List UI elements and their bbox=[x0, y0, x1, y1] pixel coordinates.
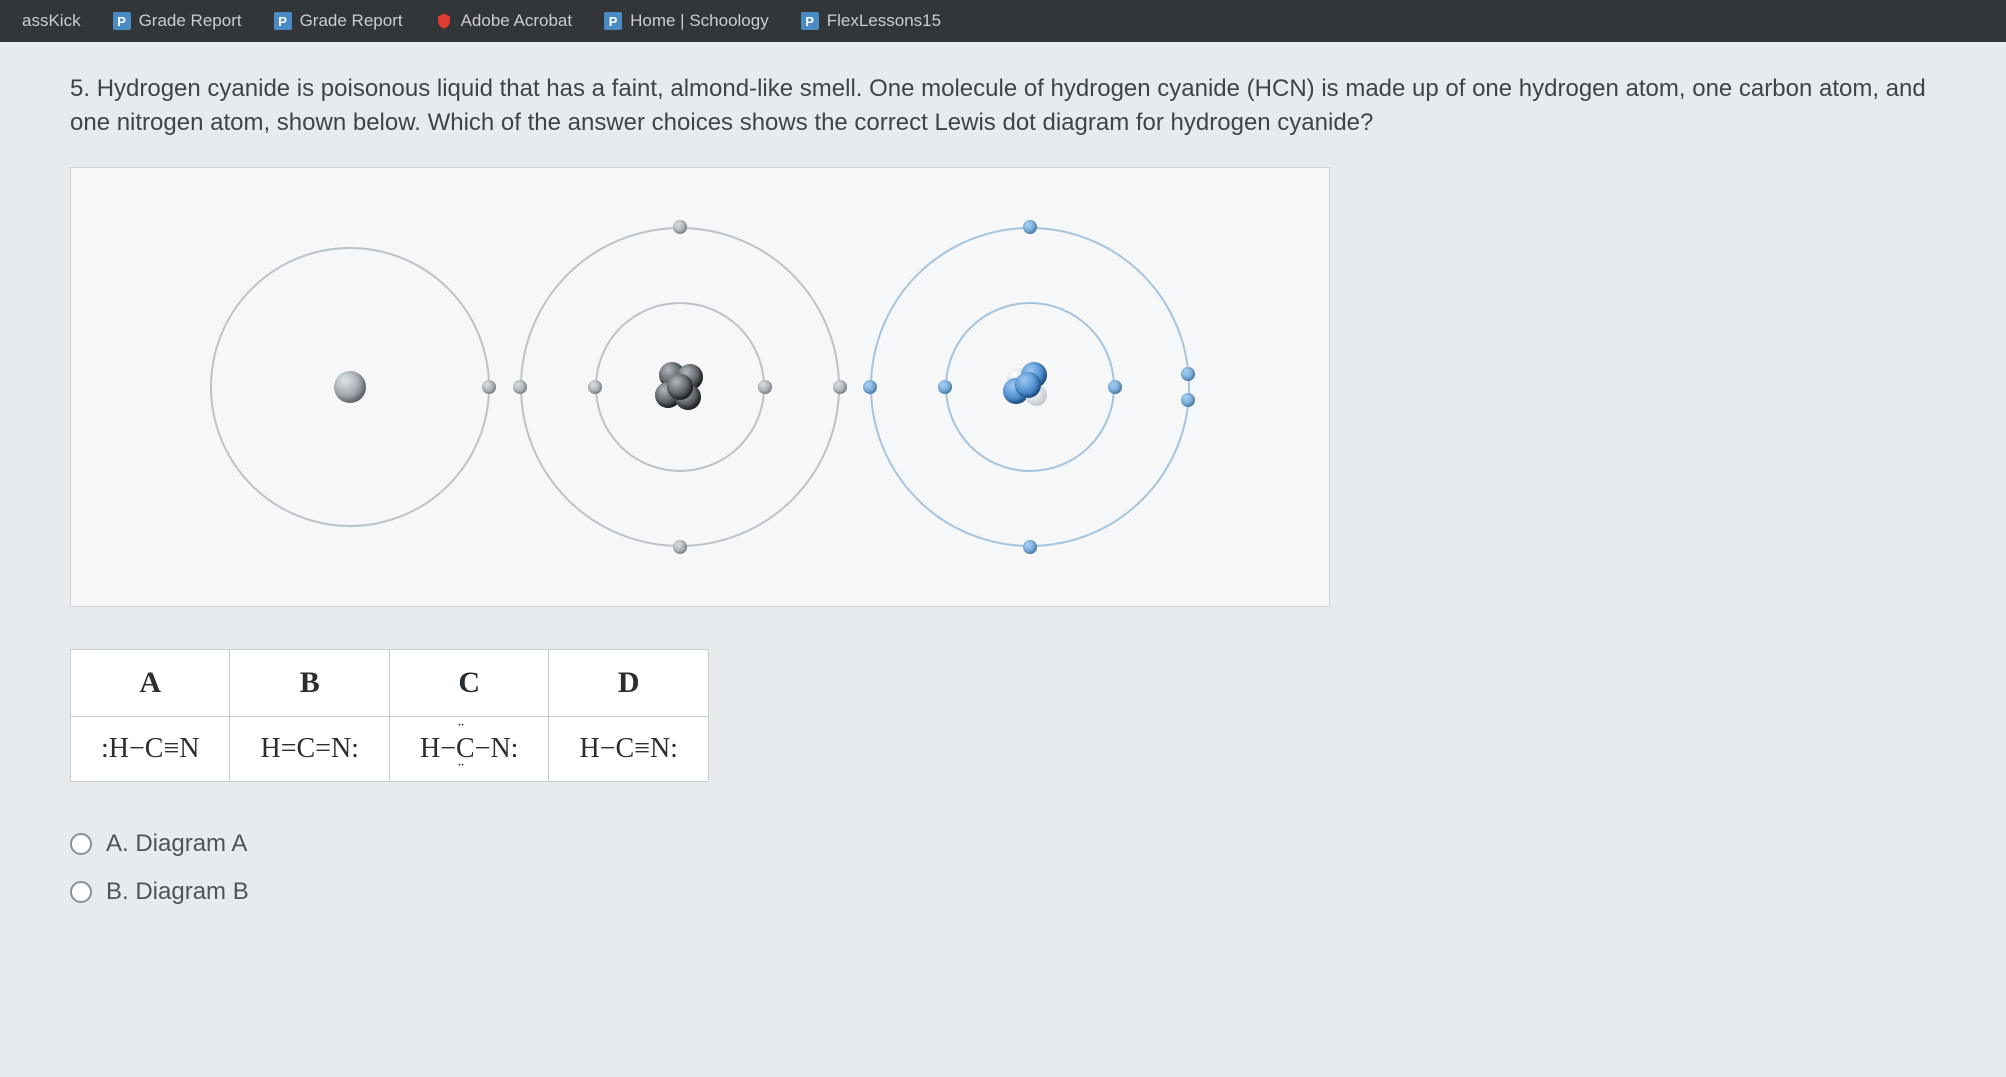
atom-models-image bbox=[70, 167, 1330, 607]
question-number: 5. bbox=[70, 75, 90, 102]
question-content: 5. Hydrogen cyanide is poisonous liquid … bbox=[0, 42, 2006, 1077]
electron bbox=[673, 540, 687, 554]
browser-tab-bar: assKick P Grade Report P Grade Report Ad… bbox=[0, 0, 2006, 42]
tab-grade-report-2[interactable]: P Grade Report bbox=[260, 5, 417, 37]
electron bbox=[1181, 393, 1195, 407]
choice-b[interactable]: B. Diagram B bbox=[70, 878, 1936, 906]
answer-choice-list: A. Diagram A B. Diagram B bbox=[70, 830, 1936, 906]
carbon-nucleus bbox=[651, 362, 709, 412]
nitrogen-atom bbox=[870, 227, 1190, 547]
option-header-c: C bbox=[389, 650, 549, 717]
tab-schoology[interactable]: P Home | Schoology bbox=[590, 5, 783, 37]
question-text: 5. Hydrogen cyanide is poisonous liquid … bbox=[70, 72, 1936, 139]
option-header-b: B bbox=[230, 650, 389, 717]
option-formula-a: :H−C≡N bbox=[71, 717, 230, 782]
hydrogen-nucleus bbox=[334, 371, 366, 403]
electron bbox=[482, 380, 496, 394]
choice-label: A. Diagram A bbox=[106, 830, 247, 858]
acrobat-icon bbox=[435, 12, 453, 30]
radio-icon bbox=[70, 833, 92, 855]
tab-grade-report-1[interactable]: P Grade Report bbox=[99, 5, 256, 37]
favicon-p-icon: P bbox=[604, 12, 622, 30]
tab-label: Grade Report bbox=[139, 11, 242, 31]
choice-label: B. Diagram B bbox=[106, 878, 249, 906]
tab-asskick[interactable]: assKick bbox=[8, 5, 95, 37]
question-body: Hydrogen cyanide is poisonous liquid tha… bbox=[70, 75, 1926, 136]
favicon-p-icon: P bbox=[801, 12, 819, 30]
favicon-p-icon: P bbox=[113, 12, 131, 30]
tab-label: Grade Report bbox=[300, 11, 403, 31]
option-header-d: D bbox=[549, 650, 708, 717]
tab-label: FlexLessons15 bbox=[827, 11, 941, 31]
radio-icon bbox=[70, 881, 92, 903]
nitrogen-nucleus bbox=[1001, 362, 1059, 412]
option-header-a: A bbox=[71, 650, 230, 717]
answer-options-table: A B C D :H−C≡N H=C=N: H−C¨¨−N: H−C≡N: bbox=[70, 649, 709, 782]
electron bbox=[1181, 367, 1195, 381]
tab-adobe-acrobat[interactable]: Adobe Acrobat bbox=[421, 5, 587, 37]
electron bbox=[1023, 540, 1037, 554]
favicon-p-icon: P bbox=[274, 12, 292, 30]
hydrogen-atom bbox=[210, 247, 490, 527]
tab-label: Home | Schoology bbox=[630, 11, 769, 31]
option-formula-c: H−C¨¨−N: bbox=[389, 717, 549, 782]
electron bbox=[833, 380, 847, 394]
carbon-atom bbox=[520, 227, 840, 547]
tab-label: Adobe Acrobat bbox=[461, 11, 573, 31]
option-formula-b: H=C=N: bbox=[230, 717, 389, 782]
option-formula-d: H−C≡N: bbox=[549, 717, 708, 782]
tab-flexlessons[interactable]: P FlexLessons15 bbox=[787, 5, 955, 37]
choice-a[interactable]: A. Diagram A bbox=[70, 830, 1936, 858]
tab-label: assKick bbox=[22, 11, 81, 31]
